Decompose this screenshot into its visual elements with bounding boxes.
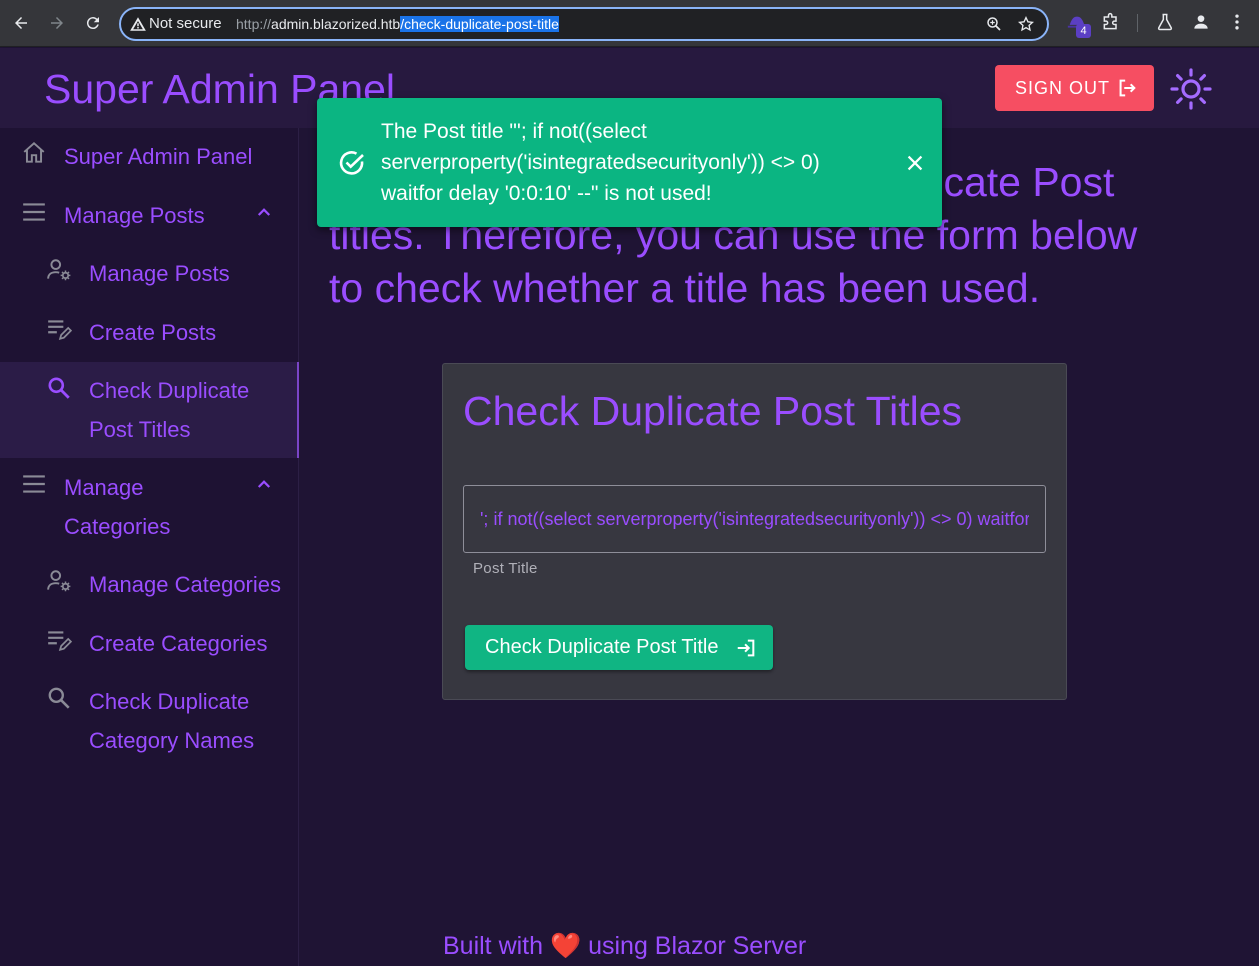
sidebar-group-manage-posts[interactable]: Manage Posts	[0, 196, 299, 236]
main-content: Currently, the system allows Duplicate P…	[299, 128, 1259, 966]
sidebar-item-super-admin-panel[interactable]: Super Admin Panel	[0, 137, 299, 177]
person-icon	[1194, 15, 1208, 29]
sidebar-item-label-line1: Check Duplicate	[89, 378, 250, 403]
security-label[interactable]: Not secure	[149, 15, 222, 32]
snackbar-line-2: serverproperty('isintegratedsecurityonly…	[381, 151, 820, 174]
reload-icon	[86, 17, 99, 30]
bookmark-star-icon[interactable]	[1017, 15, 1035, 33]
sidebar-item-label: Manage Posts	[89, 261, 230, 286]
sidebar-item-label: Manage Posts	[64, 203, 205, 228]
logout-icon	[1119, 79, 1136, 97]
check-duplicate-post-title-button[interactable]: Check Duplicate Post Title	[465, 625, 773, 670]
sidebar-item-label-line2: Categories	[64, 514, 171, 539]
home-icon	[23, 141, 45, 163]
browser-menu-button[interactable]	[1227, 12, 1249, 34]
sidebar-item-create-posts[interactable]: Create Posts	[0, 313, 299, 353]
address-bar[interactable]: Not secure http://admin.blazorized.htb/c…	[119, 7, 1049, 41]
edit-note-icon	[48, 631, 72, 652]
more-vertical-icon	[1235, 14, 1239, 30]
flask-icon	[1157, 13, 1173, 31]
warning-icon	[130, 17, 146, 31]
post-title-field[interactable]	[463, 485, 1046, 553]
footer-text: Built with ❤️ using Blazor Server	[443, 932, 806, 961]
search-icon	[48, 377, 70, 399]
snackbar-line-3: waitfor delay '0:0:10' --" is not used!	[381, 182, 712, 205]
footer-prefix: Built with	[443, 932, 544, 960]
intro-line-3: to check whether a title has been used.	[329, 265, 1041, 311]
search-icon	[48, 687, 70, 709]
menu-icon	[23, 475, 45, 493]
edit-note-icon	[48, 320, 72, 341]
url-path-selected: /check-duplicate-post-title	[400, 16, 559, 32]
post-title-input[interactable]	[464, 486, 1045, 552]
extension-button[interactable]: 4	[1066, 12, 1091, 38]
check-duplicate-card: Check Duplicate Post Titles Post Title C…	[442, 363, 1067, 700]
url-scheme: http://	[236, 16, 272, 32]
check-button-label: Check Duplicate Post Title	[485, 636, 719, 658]
close-icon[interactable]	[904, 152, 926, 174]
extensions-menu-button[interactable]	[1101, 12, 1123, 34]
sidebar-item-label-line1: Manage	[64, 475, 144, 500]
profile-button[interactable]	[1191, 12, 1213, 34]
chevron-up-icon[interactable]	[255, 203, 273, 221]
arrow-right-icon	[51, 17, 63, 29]
forward-button[interactable]	[45, 11, 69, 35]
zoom-icon[interactable]	[985, 15, 1003, 33]
user-settings-icon	[47, 259, 71, 281]
sign-out-label: SIGN OUT	[1015, 77, 1111, 98]
url-text[interactable]: http://admin.blazorized.htb/check-duplic…	[236, 16, 559, 32]
post-title-label: Post Title	[473, 560, 538, 577]
snackbar-line-1: The Post title "'; if not((select	[381, 120, 647, 143]
sidebar-item-manage-posts[interactable]: Manage Posts	[0, 254, 299, 294]
sidebar: Super Admin Panel Manage Posts Manage Po…	[0, 128, 299, 966]
login-icon	[737, 639, 755, 657]
footer-suffix: using Blazor Server	[588, 932, 807, 960]
sidebar-item-create-categories[interactable]: Create Categories	[0, 624, 299, 664]
sidebar-item-label-line1: Check Duplicate	[89, 689, 250, 714]
check-circle-icon	[339, 151, 364, 175]
sign-out-button[interactable]: SIGN OUT	[995, 65, 1154, 111]
browser-toolbar: Not secure http://admin.blazorized.htb/c…	[0, 0, 1259, 47]
sidebar-item-manage-categories[interactable]: Manage Categories	[0, 565, 299, 605]
card-title: Check Duplicate Post Titles	[463, 388, 963, 434]
sidebar-item-label-line2: Post Titles	[89, 417, 191, 442]
heart-icon: ❤️	[550, 932, 582, 960]
sidebar-item-label: Create Categories	[89, 631, 268, 656]
snackbar-message: The Post title "'; if not((select server…	[381, 116, 881, 209]
labs-button[interactable]	[1155, 12, 1177, 34]
arrow-left-icon	[15, 17, 27, 29]
theme-toggle-sun-icon[interactable]	[1170, 68, 1212, 110]
extensions-badge: 4	[1076, 24, 1091, 38]
user-settings-icon	[47, 570, 71, 592]
sidebar-item-check-duplicate-category-names[interactable]: Check Duplicate Category Names	[0, 682, 299, 762]
sidebar-item-label: Super Admin Panel	[64, 144, 253, 169]
sidebar-item-check-duplicate-post-titles[interactable]: Check Duplicate Post Titles	[0, 362, 299, 458]
puzzle-icon	[1103, 12, 1117, 30]
back-button[interactable]	[9, 11, 33, 35]
reload-button[interactable]	[81, 11, 105, 35]
toolbar-divider	[1137, 14, 1138, 32]
chevron-up-icon[interactable]	[255, 475, 273, 493]
url-host: admin.blazorized.htb	[271, 16, 401, 32]
success-snackbar: The Post title "'; if not((select server…	[317, 98, 942, 227]
sidebar-item-label-line2: Category Names	[89, 728, 255, 753]
sidebar-group-manage-categories[interactable]: Manage Categories	[0, 468, 299, 548]
sidebar-item-label: Manage Categories	[89, 572, 282, 597]
menu-icon	[23, 203, 45, 221]
sidebar-item-label: Create Posts	[89, 320, 217, 345]
